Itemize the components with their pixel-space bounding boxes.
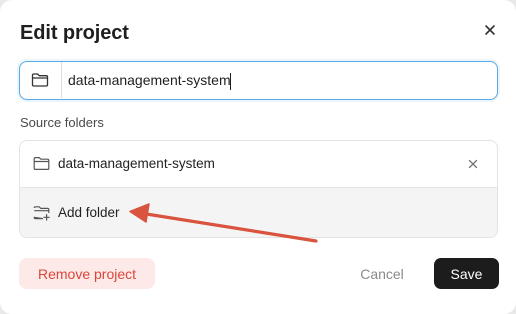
cancel-button[interactable]: Cancel <box>348 258 416 289</box>
source-folders-label: Source folders <box>20 115 104 130</box>
input-divider <box>61 62 62 98</box>
folder-icon <box>31 73 49 87</box>
folder-plus-icon <box>33 206 50 221</box>
close-button[interactable] <box>480 20 500 40</box>
add-folder-button[interactable]: Add folder <box>20 188 497 237</box>
edit-project-dialog: Edit project Source folders data-managem… <box>0 0 516 314</box>
folder-icon <box>33 157 50 170</box>
folder-name: data-management-system <box>58 156 215 171</box>
project-name-field[interactable] <box>19 61 498 100</box>
list-item: data-management-system <box>20 141 497 188</box>
text-cursor <box>230 73 231 90</box>
close-icon <box>468 159 478 169</box>
project-name-input[interactable] <box>68 68 488 92</box>
remove-project-button[interactable]: Remove project <box>19 258 155 289</box>
add-folder-label: Add folder <box>58 205 120 220</box>
source-folders-list: data-management-system Add folder <box>19 140 498 238</box>
remove-folder-button[interactable] <box>465 156 481 172</box>
save-button[interactable]: Save <box>434 258 499 289</box>
dialog-title: Edit project <box>20 22 129 44</box>
close-icon <box>485 25 495 35</box>
